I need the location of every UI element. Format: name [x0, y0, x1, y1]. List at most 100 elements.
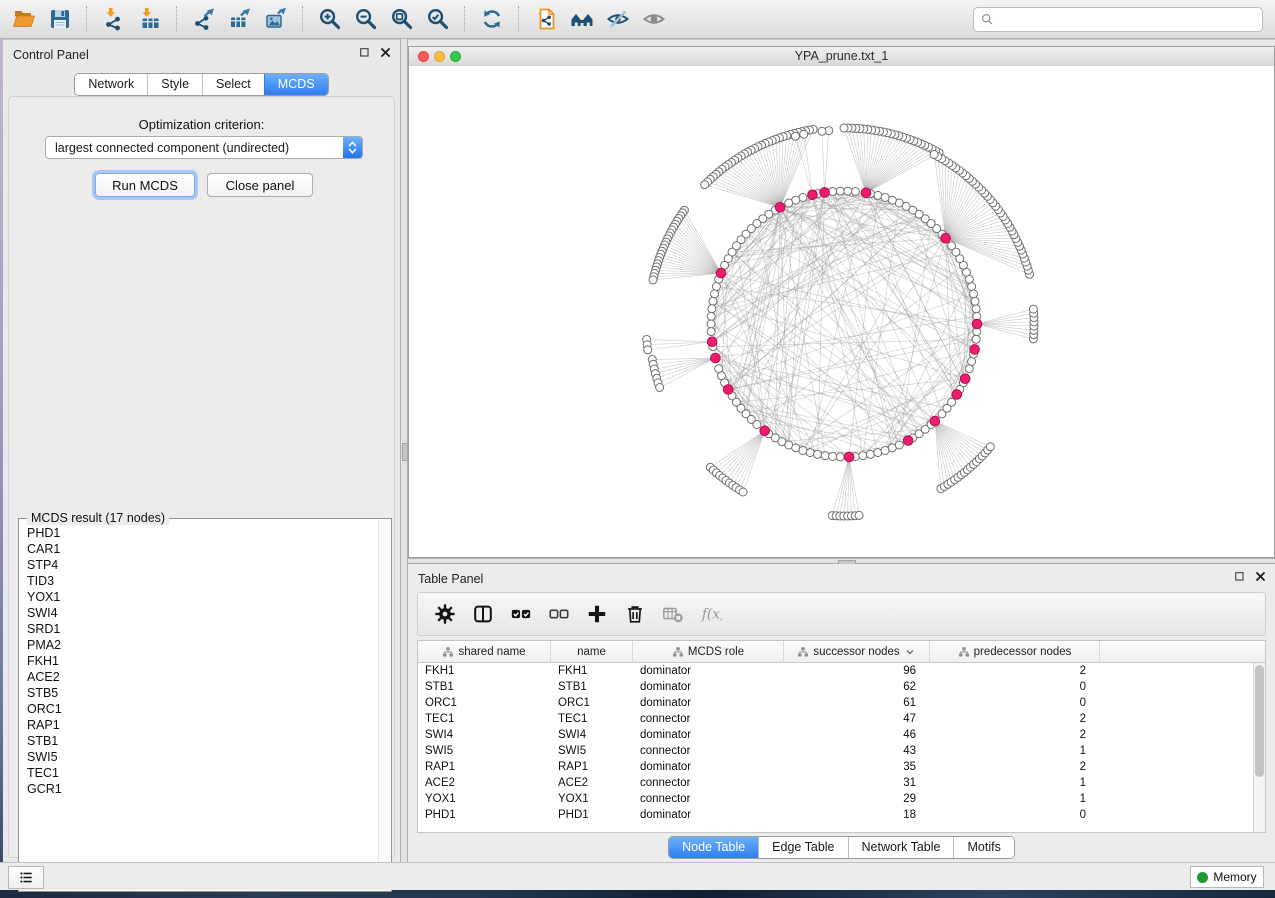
- mcds-result-item[interactable]: CAR1: [27, 541, 379, 557]
- node-table-body[interactable]: FKH1FKH1dominator962STB1STB1dominator620…: [418, 663, 1253, 832]
- table-cell[interactable]: SWI5: [418, 745, 551, 757]
- tab-network-table[interactable]: Network Table: [848, 837, 954, 858]
- table-cell[interactable]: connector: [633, 777, 784, 789]
- table-row[interactable]: PHD1PHD1dominator180: [418, 807, 1253, 823]
- vertical-splitter[interactable]: [400, 39, 408, 862]
- mcds-result-item[interactable]: SWI4: [27, 605, 379, 621]
- export-network-button[interactable]: [186, 3, 222, 35]
- table-cell[interactable]: 0: [930, 809, 1100, 821]
- hide-overview-button[interactable]: [600, 3, 636, 35]
- table-cell[interactable]: FKH1: [418, 665, 551, 677]
- zoom-selected-button[interactable]: [420, 3, 456, 35]
- search-input[interactable]: [999, 12, 1256, 28]
- tab-network[interactable]: Network: [75, 74, 147, 95]
- mcds-result-item[interactable]: SRD1: [27, 621, 379, 637]
- table-cell[interactable]: YOX1: [418, 793, 551, 805]
- table-cell[interactable]: 0: [930, 681, 1100, 693]
- mcds-result-item[interactable]: PHD1: [27, 525, 379, 541]
- float-panel-icon[interactable]: [358, 46, 371, 59]
- mcds-result-item[interactable]: TID3: [27, 573, 379, 589]
- zoom-in-button[interactable]: [312, 3, 348, 35]
- table-cell[interactable]: dominator: [633, 729, 784, 741]
- table-cell[interactable]: SWI4: [551, 729, 633, 741]
- table-cell[interactable]: 43: [784, 745, 930, 757]
- close-panel-icon[interactable]: [1254, 570, 1267, 583]
- close-panel-icon[interactable]: [379, 46, 392, 59]
- save-session-button[interactable]: [42, 3, 78, 35]
- show-columns-button[interactable]: [464, 596, 502, 632]
- table-row[interactable]: SWI4SWI4dominator462: [418, 727, 1253, 743]
- table-row[interactable]: ACE2ACE2connector311: [418, 775, 1253, 791]
- import-network-button[interactable]: [96, 3, 132, 35]
- delete-columns-button[interactable]: [616, 596, 654, 632]
- table-cell[interactable]: 0: [930, 697, 1100, 709]
- column-header-mcds-role[interactable]: MCDS role: [633, 641, 784, 663]
- table-row[interactable]: SWI5SWI5connector431: [418, 743, 1253, 759]
- table-cell[interactable]: 47: [784, 713, 930, 725]
- column-header-name[interactable]: name: [551, 641, 633, 663]
- table-cell[interactable]: 35: [784, 761, 930, 773]
- table-cell[interactable]: 61: [784, 697, 930, 709]
- table-cell[interactable]: ACE2: [418, 777, 551, 789]
- import-table-button[interactable]: [132, 3, 168, 35]
- table-cell[interactable]: 2: [930, 729, 1100, 741]
- table-row[interactable]: ORC1ORC1dominator610: [418, 695, 1253, 711]
- table-row[interactable]: RAP1RAP1dominator352: [418, 759, 1253, 775]
- table-cell[interactable]: ORC1: [551, 697, 633, 709]
- zoom-fit-button[interactable]: [384, 3, 420, 35]
- memory-button[interactable]: Memory: [1190, 866, 1264, 888]
- table-cell[interactable]: YOX1: [551, 793, 633, 805]
- table-cell[interactable]: STB1: [551, 681, 633, 693]
- tab-node-table[interactable]: Node Table: [669, 837, 758, 858]
- table-scrollbar[interactable]: [1253, 663, 1265, 832]
- mcds-result-list[interactable]: PHD1CAR1STP4TID3YOX1SWI4SRD1PMA2FKH1ACE2…: [20, 521, 379, 890]
- table-cell[interactable]: connector: [633, 713, 784, 725]
- export-image-button[interactable]: [258, 3, 294, 35]
- refresh-view-button[interactable]: [474, 3, 510, 35]
- scrollbar-thumb[interactable]: [1255, 665, 1264, 777]
- mcds-result-item[interactable]: GCR1: [27, 781, 379, 797]
- close-panel-button[interactable]: Close panel: [207, 173, 313, 197]
- table-cell[interactable]: 1: [930, 777, 1100, 789]
- criterion-dropdown[interactable]: largest connected component (undirected): [45, 136, 363, 159]
- mcds-result-item[interactable]: SWI5: [27, 749, 379, 765]
- table-cell[interactable]: PHD1: [551, 809, 633, 821]
- table-cell[interactable]: 2: [930, 761, 1100, 773]
- table-cell[interactable]: 46: [784, 729, 930, 741]
- tab-mcds[interactable]: MCDS: [264, 74, 328, 95]
- table-cell[interactable]: 1: [930, 793, 1100, 805]
- table-cell[interactable]: PHD1: [418, 809, 551, 821]
- first-neighbors-button[interactable]: [564, 3, 600, 35]
- mcds-result-item[interactable]: YOX1: [27, 589, 379, 605]
- table-cell[interactable]: RAP1: [418, 761, 551, 773]
- tab-style[interactable]: Style: [147, 74, 202, 95]
- tab-select[interactable]: Select: [202, 74, 264, 95]
- mcds-result-item[interactable]: ORC1: [27, 701, 379, 717]
- table-cell[interactable]: 96: [784, 665, 930, 677]
- table-row[interactable]: TEC1TEC1connector472: [418, 711, 1253, 727]
- open-file-button[interactable]: [6, 3, 42, 35]
- table-cell[interactable]: SWI5: [551, 745, 633, 757]
- show-overview-button[interactable]: [636, 3, 672, 35]
- float-panel-icon[interactable]: [1233, 570, 1246, 583]
- table-cell[interactable]: ACE2: [551, 777, 633, 789]
- table-cell[interactable]: dominator: [633, 809, 784, 821]
- table-cell[interactable]: connector: [633, 745, 784, 757]
- table-cell[interactable]: 2: [930, 665, 1100, 677]
- mcds-result-item[interactable]: STB1: [27, 733, 379, 749]
- mcds-list-scrollbar[interactable]: [378, 520, 390, 890]
- new-column-button[interactable]: [578, 596, 616, 632]
- table-row[interactable]: YOX1YOX1connector291: [418, 791, 1253, 807]
- mcds-result-item[interactable]: TEC1: [27, 765, 379, 781]
- mcds-result-item[interactable]: RAP1: [27, 717, 379, 733]
- column-header-predecessor-nodes[interactable]: predecessor nodes: [930, 641, 1100, 663]
- table-cell[interactable]: dominator: [633, 665, 784, 677]
- deselect-all-button[interactable]: [540, 596, 578, 632]
- table-cell[interactable]: TEC1: [418, 713, 551, 725]
- table-cell[interactable]: RAP1: [551, 761, 633, 773]
- table-cell[interactable]: 2: [930, 713, 1100, 725]
- table-cell[interactable]: 29: [784, 793, 930, 805]
- table-cell[interactable]: dominator: [633, 761, 784, 773]
- table-cell[interactable]: dominator: [633, 697, 784, 709]
- table-row[interactable]: FKH1FKH1dominator962: [418, 663, 1253, 679]
